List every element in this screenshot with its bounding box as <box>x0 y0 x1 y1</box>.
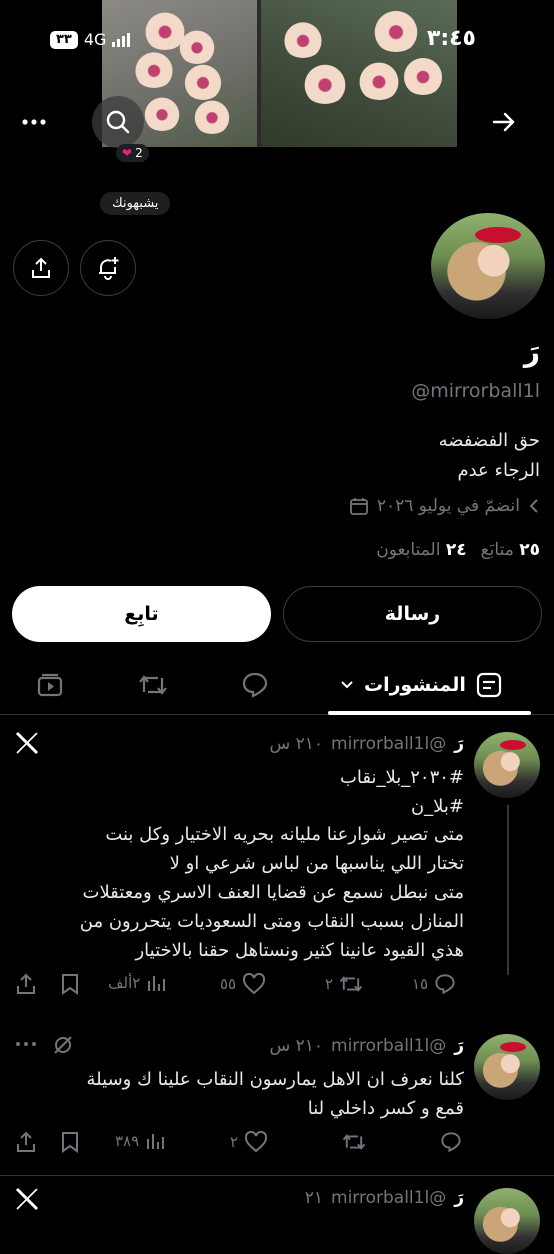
back-button[interactable] <box>490 108 518 136</box>
tweet-text-line: المنازل بسبب النقاب ومتى السعوديات يتحرر… <box>79 911 464 932</box>
reply-icon <box>435 974 455 995</box>
heart-icon <box>245 1131 268 1153</box>
divider <box>0 1175 554 1176</box>
bookmark-button[interactable] <box>59 1131 81 1153</box>
more-icon <box>22 119 46 125</box>
share-icon <box>17 973 35 994</box>
battery-indicator: ٣٣ <box>50 30 78 49</box>
like-button[interactable]: ٥٥ <box>220 973 266 995</box>
chevron-left-icon <box>528 498 540 514</box>
status-time: ٣:٤٥ <box>426 26 476 51</box>
repost-icon <box>342 1134 366 1150</box>
share-icon <box>32 257 50 278</box>
x-logo-icon <box>14 730 40 756</box>
like-button[interactable]: ٢ <box>230 1131 268 1153</box>
share-button[interactable] <box>15 1131 37 1153</box>
thread-line <box>507 805 509 975</box>
search-button[interactable] <box>92 96 144 148</box>
tab-reposts[interactable] <box>138 672 168 698</box>
following-link[interactable]: ٢٥ متابَع <box>481 540 540 560</box>
tweet-header: رَ @mirrorball1l ٢١٠ س <box>269 734 464 754</box>
tweet-text-line: كلنا نعرف ان الاهل يمارسون النقاب علينا … <box>86 1069 464 1090</box>
bookmark-icon <box>62 1132 78 1153</box>
repost-button[interactable]: ٢ <box>325 973 363 995</box>
more-icon <box>16 1042 36 1046</box>
posts-icon <box>476 672 502 698</box>
share-profile-button[interactable] <box>13 240 69 296</box>
profile-avatar[interactable] <box>428 210 548 322</box>
share-button[interactable] <box>15 973 37 995</box>
tweet-text-line: متى نبطل نسمع عن قضايا العنف الاسري ومعت… <box>82 882 465 903</box>
bookmark-button[interactable] <box>59 973 81 995</box>
tweet-header: رَ @mirrorball1l ٢١ <box>304 1188 464 1208</box>
views-button[interactable]: ٣٨٩ <box>115 1131 165 1151</box>
profile-name: رَ <box>523 335 540 368</box>
tab-posts[interactable]: المنشورات <box>340 672 502 698</box>
views-button[interactable]: ٢ألف <box>108 973 166 993</box>
follow-stats: ٢٥ متابَع ٢٤ المتابعون <box>376 540 540 560</box>
media-icon <box>37 673 63 697</box>
message-button[interactable]: رسالة <box>283 586 542 642</box>
reply-button[interactable]: ١٥ <box>412 973 456 995</box>
profile-handle: @mirrorball1l <box>411 380 540 402</box>
joined-row[interactable]: انضمّ في يوليو ٢٠٢٦ <box>349 496 540 516</box>
search-icon <box>106 110 130 134</box>
tweet-avatar[interactable] <box>474 732 540 798</box>
notify-button[interactable] <box>80 240 136 296</box>
bookmark-icon <box>62 974 78 995</box>
network-indicator: 4G <box>83 30 107 49</box>
tweet-text-line: هذي القيود عانينا كثير ونستاهل حقنا بالا… <box>135 940 464 961</box>
bio-line-2: الرجاء عدم <box>457 460 540 481</box>
reply-button[interactable] <box>440 1131 462 1153</box>
tweet-header: رَ @mirrorball1l ٢١٠ س <box>269 1036 464 1056</box>
tweet-avatar[interactable] <box>474 1034 540 1100</box>
tweet-text-line: قمع و كسر داخلي لنا <box>307 1098 464 1119</box>
chevron-down-icon <box>340 680 354 690</box>
repost-button[interactable] <box>342 1131 366 1153</box>
status-indicators: ٣٣ 4G <box>50 30 132 49</box>
tweet-text-line: متى تصير شوارعنا مليانه بحريه الاختيار و… <box>105 824 464 845</box>
views-icon <box>148 976 166 991</box>
bell-plus-icon <box>99 257 119 280</box>
reply-icon <box>441 1132 461 1153</box>
profile-banner[interactable] <box>102 0 457 147</box>
arrow-right-icon <box>492 112 515 132</box>
calendar-icon <box>349 496 369 516</box>
banner-photo-right <box>261 0 457 147</box>
more-options-button[interactable] <box>20 108 48 136</box>
follow-button[interactable]: تابِع <box>12 586 271 642</box>
bio-line-1: حق الفضفضه <box>438 430 540 451</box>
repost-icon <box>139 675 167 695</box>
tab-replies[interactable] <box>241 671 269 699</box>
muted-icon <box>52 1034 74 1056</box>
notification-badge[interactable]: ❤ 2 <box>116 144 149 162</box>
heart-icon <box>243 973 266 995</box>
more-options-button[interactable] <box>14 1036 38 1052</box>
tweet-avatar[interactable] <box>474 1188 540 1254</box>
signal-icon <box>112 32 132 47</box>
repost-icon <box>339 976 363 992</box>
tab-media[interactable] <box>36 672 64 698</box>
tweet-text-line: تختار اللي يناسبها من لباس شرعي او لا <box>169 853 464 874</box>
followers-link[interactable]: ٢٤ المتابعون <box>376 540 466 560</box>
hashtag[interactable]: #٢٠٣٠_بلا_نقاب <box>340 762 464 793</box>
reply-icon <box>242 672 268 698</box>
hashtag[interactable]: #بلا_ن <box>411 791 464 822</box>
joined-date: انضمّ في يوليو ٢٠٢٦ <box>376 496 520 516</box>
share-icon <box>17 1131 35 1152</box>
views-icon <box>147 1134 165 1149</box>
lookalike-chip[interactable]: يشبهونك <box>100 192 171 215</box>
x-logo-icon <box>14 1186 40 1212</box>
heart-icon: ❤ <box>122 146 133 160</box>
active-tab-indicator <box>328 711 531 715</box>
